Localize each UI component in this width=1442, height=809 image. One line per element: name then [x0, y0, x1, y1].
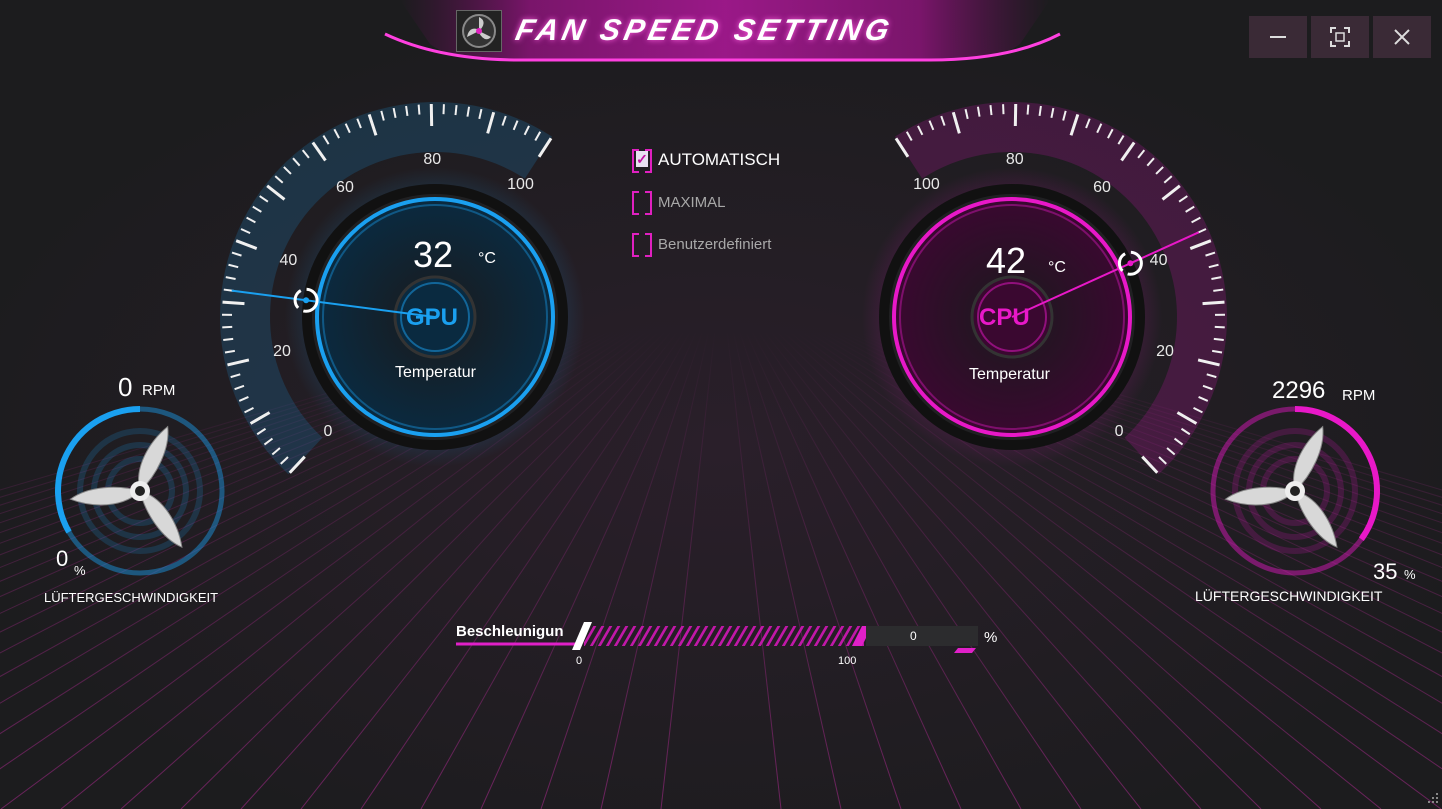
cpu-temperature-unit: °C	[1048, 259, 1066, 276]
fan-app-icon	[456, 10, 502, 52]
cpu-temperature-value: 42	[986, 240, 1027, 281]
window-title: FAN SPEED SETTING	[512, 14, 897, 47]
checkbox-benutzerdefiniert[interactable]	[632, 233, 652, 257]
gpu-fan-percent-unit: %	[74, 563, 86, 578]
acceleration-slider[interactable]	[454, 618, 984, 658]
cpu-fan-speed-label: LÜFTERGESCHWINDIGKEIT	[1195, 588, 1383, 604]
cpu-temperature-gauge	[862, 102, 1227, 475]
gpu-fan-rpm-value: 0	[118, 372, 133, 402]
mode-label-maximal: MAXIMAL	[658, 193, 726, 211]
gpu-scale-label-40: 40	[279, 251, 298, 269]
cpu-label: CPU	[979, 304, 1030, 331]
checkbox-maximal[interactable]	[632, 191, 652, 215]
checkbox-automatisch[interactable]: ✓	[632, 149, 652, 173]
gpu-scale-label-0: 0	[323, 422, 333, 440]
gpu-temperature-value: 32	[413, 234, 454, 275]
cpu-scale-label-40: 40	[1149, 251, 1168, 269]
mode-label-benutzerdefiniert: Benutzerdefiniert	[658, 235, 772, 253]
cpu-scale-label-100: 100	[913, 176, 940, 194]
acceleration-max-label: 100	[838, 655, 857, 667]
mode-option-maximal[interactable]: MAXIMAL	[632, 188, 726, 216]
cpu-scale-label-80: 80	[1005, 151, 1024, 169]
acceleration-value: 0	[910, 629, 917, 643]
gpu-fan-speed-label: LÜFTERGESCHWINDIGKEIT	[44, 590, 219, 605]
cpu-temperature-label: Temperatur	[969, 366, 1050, 383]
gpu-fan-percent-value: 0	[56, 546, 69, 571]
gpu-scale-label-60: 60	[336, 179, 354, 197]
mode-option-benutzerdefiniert[interactable]: Benutzerdefiniert	[632, 230, 771, 258]
cpu-fan-percent-value: 35	[1373, 559, 1398, 584]
checkmark-icon: ✓	[636, 151, 648, 167]
acceleration-min-label: 0	[576, 655, 583, 667]
gpu-scale-label-80: 80	[423, 151, 442, 169]
mode-option-automatisch[interactable]: ✓ AUTOMATISCH	[632, 146, 780, 174]
gpu-temperature-label: Temperatur	[395, 364, 476, 381]
mode-label-automatisch: AUTOMATISCH	[658, 150, 781, 169]
cpu-fan-rpm-value: 2296	[1272, 377, 1326, 404]
cpu-fan-percent-unit: %	[1404, 567, 1416, 582]
maximize-button[interactable]	[1311, 16, 1369, 58]
gpu-fan-rpm-unit: RPM	[142, 382, 176, 399]
gpu-temperature-gauge	[220, 102, 585, 475]
gpu-fan-speed-dial	[55, 406, 225, 576]
cpu-scale-label-60: 60	[1093, 179, 1111, 197]
acceleration-unit: %	[984, 629, 998, 646]
maximize-icon	[1330, 27, 1350, 47]
gpu-scale-label-100: 100	[507, 176, 534, 194]
close-icon	[1394, 29, 1410, 45]
gpu-scale-label-20: 20	[273, 343, 291, 361]
gpu-temperature-unit: °C	[478, 250, 496, 267]
cpu-scale-label-20: 20	[1156, 343, 1174, 361]
cpu-fan-rpm-unit: RPM	[1342, 387, 1376, 404]
resize-grip-icon[interactable]	[1424, 791, 1440, 807]
gpu-label: GPU	[406, 304, 459, 331]
cpu-scale-label-0: 0	[1114, 422, 1124, 440]
minimize-icon	[1270, 36, 1286, 38]
minimize-button[interactable]	[1249, 16, 1307, 58]
close-button[interactable]	[1373, 16, 1431, 58]
cpu-fan-speed-dial	[1210, 406, 1380, 576]
